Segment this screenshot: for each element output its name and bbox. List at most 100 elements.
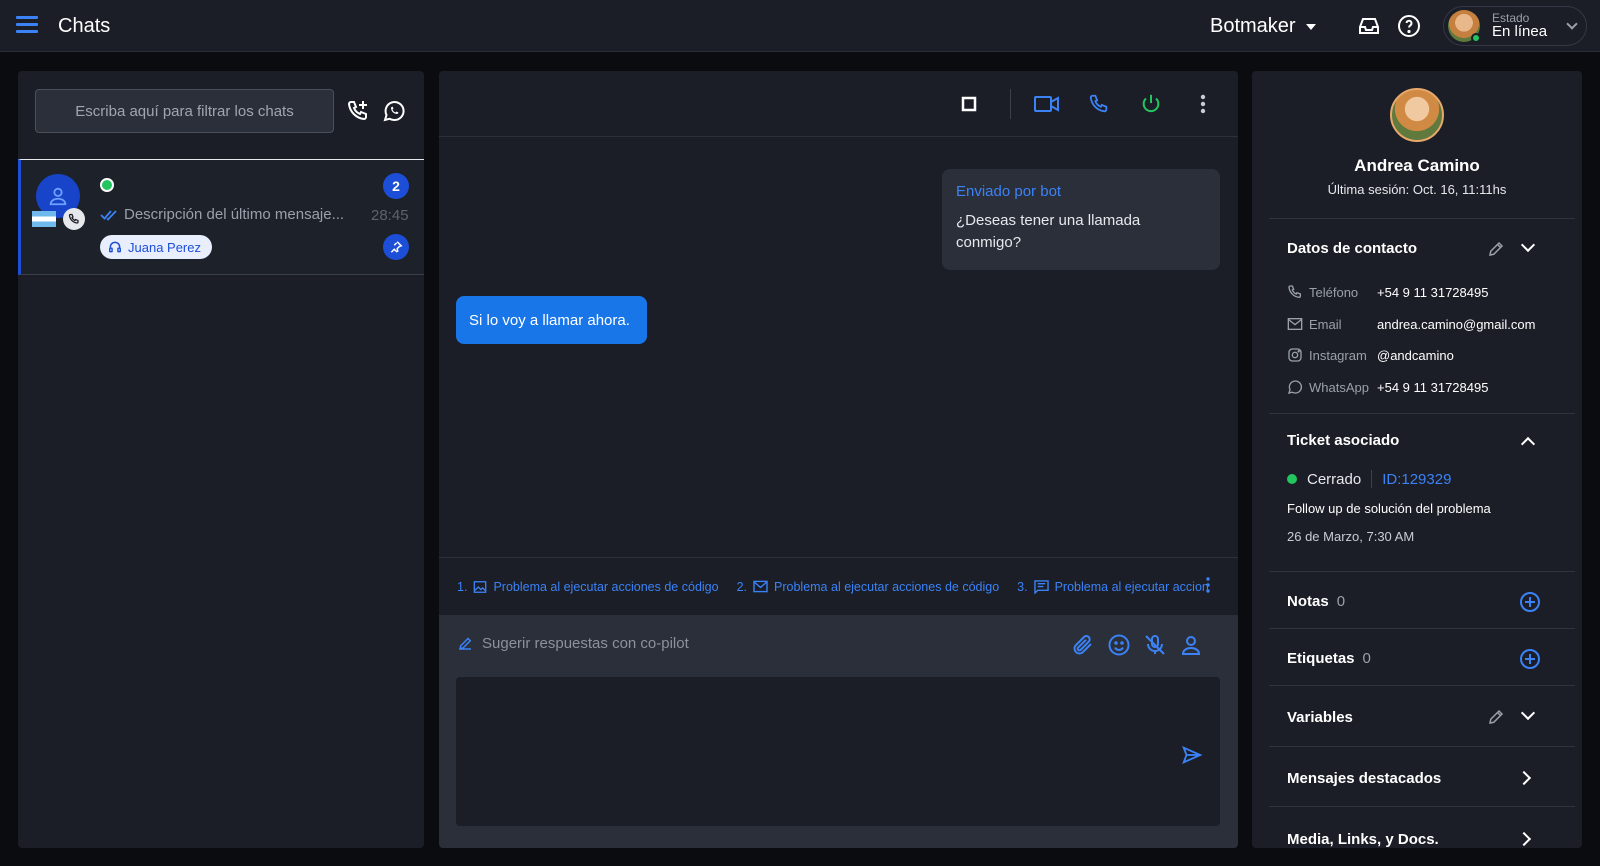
voice-call-button[interactable] [1086,91,1112,117]
copilot-label: Sugerir respuestas con co-pilot [482,634,689,652]
attach-icon[interactable] [1071,633,1095,657]
suggestion-item[interactable]: 2. Problema al ejecutar acciones de códi… [737,580,1000,594]
contact-section-title: Datos de contacto [1287,240,1418,257]
video-call-button[interactable] [1034,91,1060,117]
chevron-up-icon[interactable] [1520,436,1536,452]
stop-icon [961,96,977,112]
contact-value: +54 9 11 31728495 [1377,379,1489,395]
suggestion-item[interactable]: 3. Problema al ejecutar accion [1017,580,1209,594]
workspace-selector[interactable]: Botmaker [1210,15,1316,38]
featured-messages-title[interactable]: Mensajes destacados [1287,770,1441,787]
ticket-section-title: Ticket asociado [1287,432,1400,449]
agent-message-bubble: Si lo voy a llamar ahora. [456,296,647,344]
more-suggestions-icon[interactable] [1206,576,1210,594]
suggestion-number: 2. [736,579,748,594]
suggestion-text: Problema al ejecutar accion [1054,579,1209,594]
instagram-icon [1288,348,1302,362]
chat-list-panel: 2 Descripción del último mensaje... 28:4… [18,71,424,848]
top-bar: Chats Botmaker Estado En línea [0,0,1600,52]
notes-section-title: Notas 0 [1287,593,1345,610]
headset-icon [109,241,121,253]
contact-row-instagram: Instagram @andcamino [1287,345,1454,365]
online-indicator [100,178,114,192]
avatar [1448,10,1481,43]
stop-button[interactable] [956,91,982,117]
tags-count: 0 [1362,650,1371,667]
chevron-right-icon[interactable] [1516,831,1532,847]
divider [1269,806,1575,807]
status-selector[interactable]: Estado En línea [1443,6,1587,46]
contact-value: andrea.camino@gmail.com [1377,316,1536,332]
last-message-text: Descripción del último mensaje... [124,206,345,223]
whatsapp-icon [1288,380,1303,394]
tags-section-title: Etiquetas 0 [1287,650,1371,667]
divider [1269,571,1575,572]
message-icon [1033,579,1049,594]
add-note-button[interactable] [1520,592,1540,612]
chevron-down-icon [1566,18,1578,30]
toolbar-divider [1010,89,1011,119]
add-call-icon[interactable] [346,99,370,123]
contact-label: Email [1309,316,1342,332]
contact-row-whatsapp: WhatsApp +54 9 11 31728495 [1287,377,1488,397]
chat-list-item[interactable]: 2 Descripción del último mensaje... 28:4… [18,159,424,275]
ticket-description: Follow up de solución del problema [1287,501,1491,516]
phone-icon [1089,94,1108,113]
ticket-status: Cerrado ID:129329 [1287,470,1451,488]
contact-label: Instagram [1309,347,1367,363]
mic-off-icon[interactable] [1143,633,1167,657]
contact-value: @andcamino [1377,347,1454,363]
chevron-down-icon[interactable] [1520,237,1536,253]
double-check-icon [100,209,117,221]
contact-value: +54 9 11 31728495 [1377,284,1489,300]
media-links-docs-title[interactable]: Media, Links, y Docs. [1287,831,1439,848]
unread-count-badge: 2 [383,173,409,199]
contact-details-panel: Andrea Camino Última sesión: Oct. 16, 11… [1252,71,1582,848]
contact-avatar [1390,88,1444,142]
power-button[interactable] [1138,91,1164,117]
help-icon[interactable] [1397,14,1421,38]
argentina-flag-icon [32,211,56,227]
divider [1269,413,1575,414]
suggestions-bar: 1. Problema al ejecutar acciones de códi… [439,557,1238,615]
edit-contact-icon[interactable] [1487,240,1505,258]
contact-label: WhatsApp [1309,379,1369,395]
status-dot [1287,474,1297,484]
suggestion-number: 1. [457,579,468,594]
chevron-right-icon[interactable] [1516,770,1532,786]
contact-row-email: Email andrea.camino@gmail.com [1287,314,1535,334]
user-icon [49,187,67,206]
ticket-status-text: Cerrado [1307,470,1362,488]
notes-label: Notas [1287,593,1329,610]
copilot-suggest-button[interactable]: Sugerir respuestas con co-pilot [456,634,689,652]
send-icon[interactable] [1181,744,1203,766]
message-input[interactable] [456,677,1220,826]
message-text: ¿Deseas tener una llamada conmigo? [956,212,1141,251]
menu-icon[interactable] [16,16,38,34]
divider [1269,218,1575,219]
page-title: Chats [58,15,111,37]
power-icon [1142,94,1160,113]
inbox-icon[interactable] [1357,14,1381,38]
pin-button[interactable] [383,234,409,260]
more-options-button[interactable] [1190,91,1216,117]
edit-variables-icon[interactable] [1487,708,1505,726]
pencil-icon [459,637,472,650]
pin-icon [390,241,403,253]
chevron-down-icon[interactable] [1520,705,1536,721]
assigned-agent-chip: Juana Perez [100,235,212,259]
more-vertical-icon [1200,94,1206,114]
bot-message-bubble: Enviado por bot ¿Deseas tener una llamad… [942,169,1220,270]
whatsapp-icon[interactable] [382,99,406,123]
last-message: Descripción del último mensaje... [100,206,344,223]
suggestion-item[interactable]: 1. Problema al ejecutar acciones de códi… [457,580,719,594]
add-tag-button[interactable] [1520,649,1540,669]
divider [1269,746,1575,747]
ticket-id-link[interactable]: ID:129329 [1382,471,1451,488]
emoji-icon[interactable] [1107,633,1131,657]
chat-filter-input[interactable] [35,89,334,133]
status-value: En línea [1492,23,1548,41]
person-icon[interactable] [1179,633,1203,657]
variables-section-title: Variables [1287,709,1353,726]
last-session: Última sesión: Oct. 16, 11:11hs [1327,182,1507,197]
